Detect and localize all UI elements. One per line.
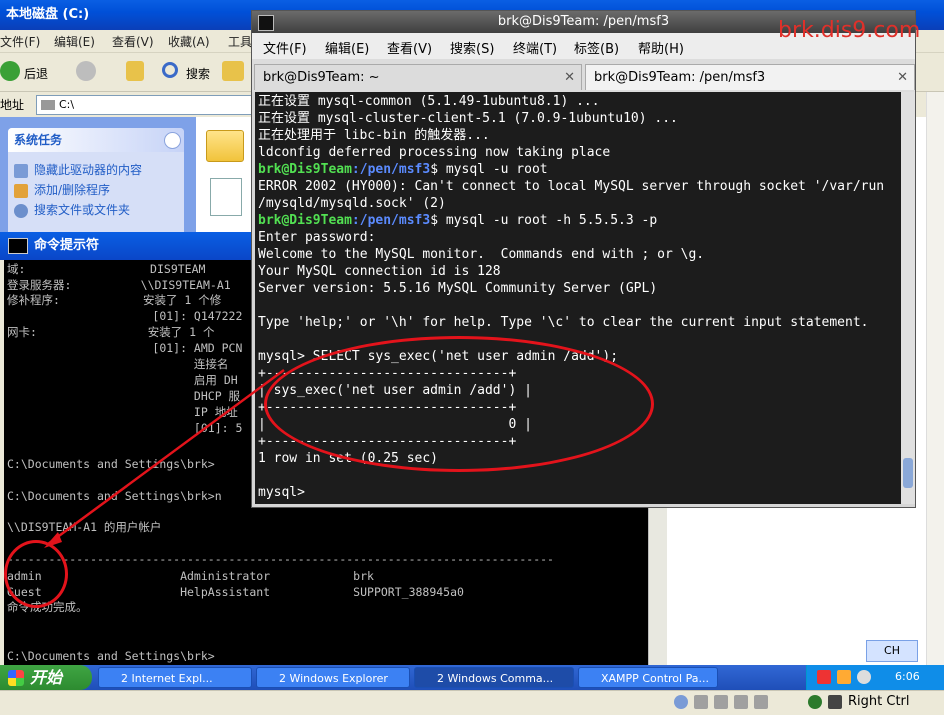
clock: 6:06 xyxy=(895,670,920,683)
taskbar-explorer[interactable]: 2 Windows Explorer xyxy=(256,667,410,688)
usb-icon[interactable] xyxy=(694,695,708,709)
taskbar-cmd[interactable]: 2 Windows Comma... xyxy=(414,667,574,688)
ime-indicator[interactable]: CH xyxy=(866,640,918,662)
taskbar-ie[interactable]: 2 Internet Expl... xyxy=(98,667,252,688)
speaker-icon[interactable] xyxy=(857,670,871,684)
windows-logo-icon xyxy=(8,670,24,686)
shield-icon[interactable] xyxy=(817,670,831,684)
host-statusbar: Right Ctrl xyxy=(0,690,944,715)
taskbar-xampp[interactable]: XAMPP Control Pa... xyxy=(578,667,718,688)
shared-folder-icon[interactable] xyxy=(754,695,768,709)
host-key-label: Right Ctrl xyxy=(848,694,910,709)
network-icon[interactable] xyxy=(837,670,851,684)
network-icon[interactable] xyxy=(714,695,728,709)
annotation-arrow xyxy=(44,368,285,548)
cd-icon[interactable] xyxy=(734,695,748,709)
system-tray: 6:06 xyxy=(806,665,944,690)
disk-icon[interactable] xyxy=(674,695,688,709)
mouse-icon[interactable] xyxy=(808,695,822,709)
download-icon[interactable] xyxy=(828,695,842,709)
